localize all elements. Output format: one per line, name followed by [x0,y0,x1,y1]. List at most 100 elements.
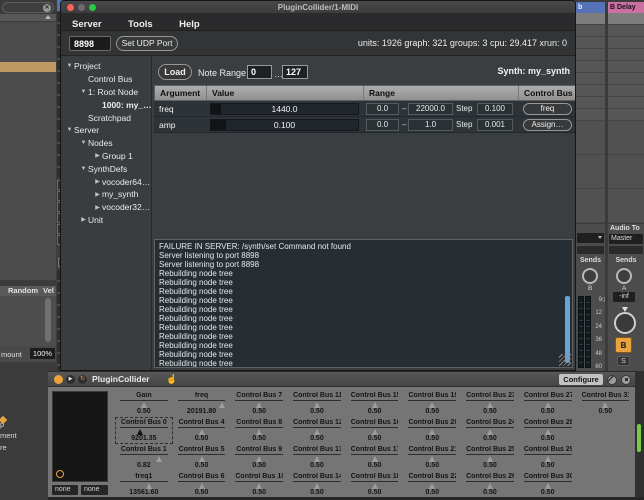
parameter-slider[interactable] [120,401,168,408]
tree-item[interactable]: 1000: my_… [61,98,151,111]
parameter-slider[interactable] [408,401,456,408]
note-max-input[interactable] [282,65,308,79]
parameter-slider[interactable] [408,428,456,435]
device-parameter[interactable]: freq 20191.80 [173,390,231,417]
amp-value-slider[interactable]: 0.100 [210,119,359,131]
udp-port-input[interactable] [69,36,111,51]
solo-button[interactable]: S [617,356,630,366]
slider-marker-icon[interactable] [256,483,262,489]
parameter-slider[interactable] [178,401,226,408]
parameter-slider[interactable] [178,482,226,489]
disclosure-triangle-icon[interactable]: ▼ [65,63,74,69]
slider-marker-icon[interactable] [314,456,320,462]
slider-marker-icon[interactable] [372,402,378,408]
parameter-slider[interactable] [408,482,456,489]
slider-marker-icon[interactable] [199,483,205,489]
device-parameter[interactable]: freq1 13561.60 [115,471,173,498]
device-parameter[interactable]: Control Bus 20 0.50 [403,417,461,444]
tree-item[interactable]: ▶ vocoder64… [61,175,151,188]
load-button[interactable]: Load [158,64,192,80]
track-header-b-delay[interactable]: B Delay [608,2,644,13]
slider-marker-icon[interactable] [429,456,435,462]
slider-marker-icon[interactable] [602,402,608,408]
range-max-input[interactable]: 22000.0 [408,103,453,115]
parameter-slider[interactable] [351,401,399,408]
step-input[interactable]: 0.001 [477,119,513,131]
disclosure-triangle-icon[interactable]: ▶ [93,152,102,159]
scrollbar-thumb[interactable] [45,298,51,342]
note-min-input[interactable] [247,65,272,79]
device-parameter[interactable]: Control Bus 19 0.50 [403,390,461,417]
slider-marker-icon[interactable] [372,429,378,435]
slider-marker-icon[interactable] [429,483,435,489]
parameter-slider[interactable] [466,482,514,489]
parameter-slider[interactable] [351,482,399,489]
device-parameter[interactable]: Control Bus 29 0.50 [519,444,577,471]
device-parameter[interactable]: Gain 0.50 [115,390,173,417]
device-parameter[interactable]: Control Bus 30 0.50 [519,471,577,498]
disclosure-triangle-icon[interactable]: ▼ [79,140,88,146]
slider-marker-icon[interactable] [256,456,262,462]
parameter-slider[interactable] [120,482,168,489]
device-display-pad[interactable] [52,391,108,482]
scene-row-highlight[interactable] [608,13,644,25]
slider-marker-icon[interactable] [429,429,435,435]
parameter-slider[interactable] [178,428,226,435]
device-parameter[interactable]: Control Bus 17 0.50 [346,444,404,471]
parameter-slider[interactable] [235,401,283,408]
slider-marker-icon[interactable] [141,402,147,408]
device-parameter[interactable]: Control Bus 21 0.50 [403,444,461,471]
slider-marker-icon[interactable] [429,402,435,408]
clear-search-icon[interactable]: ✕ [43,4,51,12]
device-parameter[interactable]: Control Bus 10 0.50 [230,471,288,498]
disclosure-triangle-icon[interactable]: ▼ [65,127,74,133]
parameter-slider[interactable] [351,428,399,435]
track-header-blue[interactable]: b [576,2,605,13]
parameter-slider[interactable] [524,428,572,435]
slider-marker-icon[interactable] [487,402,493,408]
device-parameter[interactable]: Control Bus 13 0.50 [288,444,346,471]
send-b-knob[interactable] [582,268,598,284]
slider-marker-icon[interactable] [487,429,493,435]
device-parameter[interactable]: Control Bus 25 0.50 [461,444,519,471]
tree-item[interactable]: ▶ my_synth [61,188,151,201]
tree-item[interactable]: Scratchpad [61,111,151,124]
slider-marker-icon[interactable] [256,429,262,435]
freq-value-slider[interactable]: 1440.0 [210,103,359,115]
log-scrollbar[interactable] [565,296,570,363]
master-dropdown[interactable]: Master [609,234,643,244]
device-parameter[interactable]: Control Bus 9 0.50 [230,444,288,471]
step-input[interactable]: 0.100 [477,103,513,115]
parameter-slider[interactable] [293,482,341,489]
control-bus-freq-button[interactable]: freq [523,103,572,115]
parameter-slider[interactable] [466,401,514,408]
volume-value[interactable]: -inf [613,292,635,302]
parameter-slider[interactable] [120,455,168,462]
configure-button[interactable]: Configure [559,374,603,385]
window-titlebar[interactable]: PluginCollider/1-MIDI [61,1,575,14]
slider-marker-icon[interactable] [314,402,320,408]
device-parameter[interactable]: Control Bus 14 0.50 [288,471,346,498]
disclosure-triangle-icon[interactable]: ▼ [79,166,88,172]
device-parameter[interactable]: Control Bus 8 0.50 [230,417,288,444]
clip-slots[interactable] [608,25,644,121]
slider-marker-icon[interactable] [199,456,205,462]
slider-marker-icon[interactable] [219,402,225,408]
tree-item[interactable]: ▼ SynthDefs [61,162,151,175]
pan-knob[interactable] [614,312,636,334]
slider-marker-icon[interactable] [487,456,493,462]
track-activator-b[interactable]: B [615,337,632,353]
parameter-slider[interactable] [293,401,341,408]
parameter-slider[interactable] [178,455,226,462]
disclosure-triangle-icon[interactable]: ▶ [93,191,102,198]
parameter-slider[interactable] [235,455,283,462]
range-min-input[interactable]: 0.0 [366,119,399,131]
device-dropdown-2[interactable]: none [81,485,108,495]
device-parameter[interactable]: Control Bus 26 0.50 [461,471,519,498]
device-parameter[interactable]: Control Bus 12 0.50 [288,417,346,444]
hot-swap-icon[interactable]: ↻ [78,375,87,384]
clip-slots[interactable] [608,121,644,223]
parameter-slider[interactable] [120,428,168,435]
slider-marker-icon[interactable] [372,456,378,462]
slider-marker-icon[interactable] [545,429,551,435]
